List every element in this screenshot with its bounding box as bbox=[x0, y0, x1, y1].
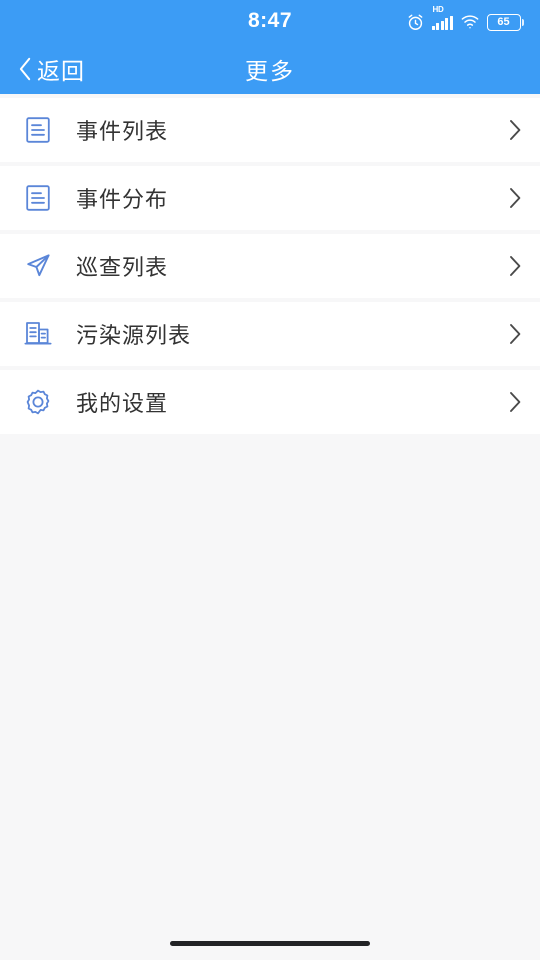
nav-bar: 返回 更多 bbox=[0, 44, 540, 94]
menu-item-label: 事件分布 bbox=[76, 187, 169, 212]
network-type-label: HD bbox=[432, 4, 444, 14]
status-bar: 8:47 HD 65 bbox=[0, 0, 540, 44]
back-button-label: 返回 bbox=[37, 58, 85, 84]
chevron-left-icon bbox=[18, 57, 33, 81]
menu-item-event-list[interactable]: 事件列表 bbox=[0, 98, 540, 162]
battery-icon: 65 bbox=[486, 13, 524, 31]
menu-item-event-distribution[interactable]: 事件分布 bbox=[0, 166, 540, 230]
back-button[interactable]: 返回 bbox=[0, 44, 99, 94]
menu-item-label: 我的设置 bbox=[76, 391, 169, 416]
menu-list: 事件列表 事件分布 巡查列表 污染源列表 我的设置 bbox=[0, 94, 540, 434]
navigation-arrow-icon bbox=[20, 248, 56, 284]
document-list-icon bbox=[20, 112, 56, 148]
chevron-right-icon bbox=[509, 391, 522, 413]
menu-item-patrol-list[interactable]: 巡查列表 bbox=[0, 234, 540, 298]
building-icon bbox=[20, 316, 56, 352]
menu-item-label: 事件列表 bbox=[76, 119, 169, 144]
menu-item-pollution-source-list[interactable]: 污染源列表 bbox=[0, 302, 540, 366]
home-indicator-bar[interactable] bbox=[170, 941, 370, 946]
chevron-right-icon bbox=[509, 187, 522, 209]
chevron-right-icon bbox=[509, 323, 522, 345]
menu-item-label: 巡查列表 bbox=[76, 255, 169, 280]
wifi-icon bbox=[460, 14, 480, 30]
chevron-right-icon bbox=[509, 119, 522, 141]
battery-percent-label: 65 bbox=[497, 15, 510, 28]
menu-item-my-settings[interactable]: 我的设置 bbox=[0, 370, 540, 434]
signal-bars-icon: HD bbox=[431, 5, 453, 30]
document-list-icon bbox=[20, 180, 56, 216]
status-icons: HD 65 bbox=[406, 0, 524, 44]
phone-screen: 8:47 HD 65 返回 更多 事件列表 事件分布 巡查列表 污染源列表 我的… bbox=[0, 0, 540, 960]
menu-item-label: 污染源列表 bbox=[76, 323, 192, 348]
alarm-clock-icon bbox=[406, 13, 425, 32]
chevron-right-icon bbox=[509, 255, 522, 277]
gear-icon bbox=[20, 384, 56, 420]
